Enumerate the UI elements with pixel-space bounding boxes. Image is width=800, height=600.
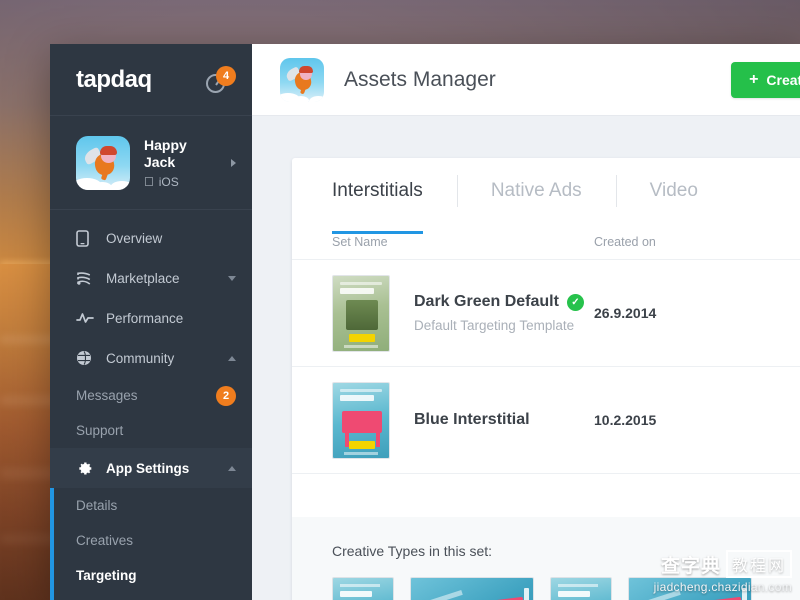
sidebar-item-support[interactable]: Support	[50, 413, 252, 448]
globe-icon	[76, 350, 98, 366]
app-name-line1: Happy	[144, 137, 225, 154]
sidebar-item-app-settings[interactable]: App Settings	[50, 448, 252, 488]
creative-thumb-landscape-2[interactable]	[628, 577, 752, 600]
sidebar-item-community[interactable]: Community	[50, 338, 252, 378]
sidebar-item-performance[interactable]: Performance	[50, 298, 252, 338]
create-button-label: Create	[766, 72, 800, 88]
brand-logo: tapdaq	[76, 66, 152, 94]
tab-label: Native Ads	[491, 180, 582, 202]
messages-badge: 2	[216, 386, 236, 406]
tab-video[interactable]: Video	[616, 158, 732, 224]
set-name: Blue Interstitial	[414, 411, 530, 429]
notification-badge: 4	[216, 66, 236, 86]
sidebar-item-messages[interactable]: Messages 2	[50, 378, 252, 413]
tab-label: Interstitials	[332, 180, 423, 202]
sidebar-subitem-label: Targeting	[76, 568, 236, 583]
creative-types-section: Creative Types in this set:	[292, 517, 800, 600]
apple-icon: 	[144, 175, 154, 188]
assets-card: Interstitials Native Ads Video Set Name …	[292, 158, 800, 600]
sidebar-nav: Overview Marketplace Performance Co	[50, 210, 252, 593]
happy-jack-app-icon	[76, 136, 130, 190]
set-name: Dark Green Default	[414, 293, 559, 311]
sidebar-subitem-label: Creatives	[76, 533, 236, 548]
notifications-button[interactable]: 4	[204, 66, 236, 96]
app-name-line2: Jack	[144, 154, 225, 171]
sidebar-item-label: Overview	[106, 231, 236, 246]
brand-header: tapdaq 4	[50, 44, 252, 116]
sidebar-subitem-label: Messages	[76, 388, 216, 403]
broadcast-icon	[76, 270, 98, 286]
set-subtitle: Default Targeting Template	[414, 318, 594, 333]
blue-poster-thumbnail	[332, 382, 390, 459]
tab-label: Video	[650, 180, 698, 202]
tab-native-ads[interactable]: Native Ads	[457, 158, 616, 224]
table-header: Set Name Created on	[292, 224, 800, 260]
column-header-set-name: Set Name	[332, 235, 594, 249]
table-row[interactable]: Dark Green Default ✓ Default Targeting T…	[292, 260, 800, 367]
sidebar-item-targeting[interactable]: Targeting	[50, 558, 252, 593]
tab-interstitials[interactable]: Interstitials	[332, 158, 457, 224]
sidebar-item-label: Performance	[106, 311, 236, 326]
creative-types-title: Creative Types in this set:	[332, 543, 764, 559]
gear-icon	[76, 460, 98, 477]
create-button[interactable]: + Create	[731, 62, 800, 98]
sidebar-item-creatives[interactable]: Creatives	[50, 523, 252, 558]
sidebar-item-details[interactable]: Details	[50, 488, 252, 523]
sidebar-subitem-label: Support	[76, 423, 236, 438]
sidebar-item-overview[interactable]: Overview	[50, 218, 252, 258]
chevron-down-icon	[228, 276, 236, 281]
sidebar: tapdaq 4 Happy Jack  iOS	[50, 44, 252, 600]
tab-bar: Interstitials Native Ads Video	[292, 158, 800, 224]
app-selector[interactable]: Happy Jack  iOS	[50, 116, 252, 210]
app-platform-label: iOS	[159, 175, 179, 189]
creative-thumb-landscape-1[interactable]	[410, 577, 534, 600]
chevron-right-icon	[231, 159, 236, 167]
happy-jack-app-icon	[280, 58, 324, 102]
set-created-date: 10.2.2015	[594, 412, 764, 428]
dark-green-poster-thumbnail	[332, 275, 390, 352]
column-header-created-on: Created on	[594, 235, 764, 249]
sidebar-item-label: Community	[106, 351, 228, 366]
main-content: Assets Manager + Create Interstitials Na…	[252, 44, 800, 600]
creative-thumb-portrait-2[interactable]	[550, 577, 612, 600]
mobile-icon	[76, 230, 98, 247]
check-circle-icon: ✓	[567, 294, 584, 311]
sidebar-item-marketplace[interactable]: Marketplace	[50, 258, 252, 298]
chevron-up-icon	[228, 466, 236, 471]
pulse-icon	[76, 311, 98, 325]
set-created-date: 26.9.2014	[594, 305, 764, 321]
table-row[interactable]: Blue Interstitial 10.2.2015	[292, 367, 800, 474]
chevron-up-icon	[228, 356, 236, 361]
app-window: tapdaq 4 Happy Jack  iOS	[50, 44, 800, 600]
plus-icon: +	[749, 71, 758, 89]
creative-thumb-portrait-1[interactable]	[332, 577, 394, 600]
sidebar-item-label: App Settings	[106, 461, 228, 476]
creative-types-strip	[332, 577, 764, 600]
sidebar-subitem-label: Details	[76, 498, 236, 513]
sidebar-item-label: Marketplace	[106, 271, 228, 286]
page-title: Assets Manager	[344, 68, 731, 92]
page-header: Assets Manager + Create	[252, 44, 800, 116]
app-platform:  iOS	[144, 175, 225, 189]
